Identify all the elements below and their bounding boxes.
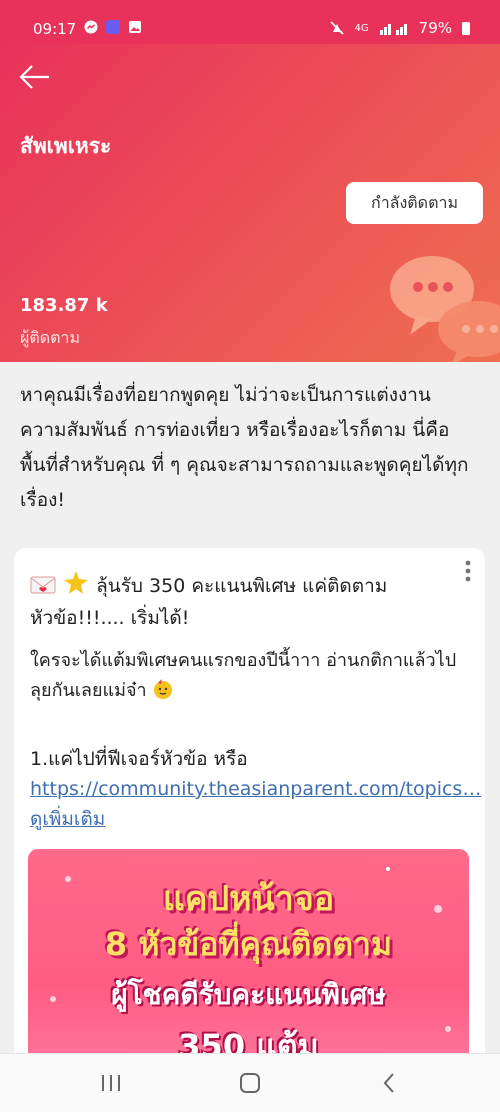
app-notification-icon [106,20,120,34]
post-body: ใครจะได้แต้มพิเศษคนแรกของปีนี้าาา อ่านกต… [30,646,470,706]
battery-level: 79% [418,19,452,37]
star-glow-icon [64,571,89,594]
topic-description: หาคุณมีเรื่องที่อยากพูดคุย ไม่ว่าจะเป็นก… [20,384,469,511]
chat-bubbles-icon [390,256,500,362]
mute-icon [329,21,344,35]
following-button[interactable]: กำลังติดตาม [346,182,483,224]
signal-icon [379,24,407,35]
follower-label: ผู้ติดตาม [20,328,81,347]
topics-link[interactable]: https://community.theasianparent.com/top… [30,778,481,800]
messenger-icon [84,20,98,34]
kebab-icon[interactable] [465,560,471,582]
recent-apps-icon[interactable] [96,1070,126,1096]
post-body-text: ใครจะได้แต้มพิเศษคนแรกของปีนี้าาา อ่านกต… [30,650,457,701]
post-card[interactable]: ลุ้นรับ 350 คะแนนพิเศษ แค่ติดตามหัวข้อ!!… [14,548,485,1068]
back-icon[interactable] [375,1070,405,1096]
banner-line-3: ผู้โชคดีรับคะแนนพิเศษ [111,978,386,1011]
step-text: 1.แค่ไปที่ฟีเจอร์หัวข้อ หรือ [30,748,248,770]
promo-banner-image[interactable]: แคปหน้าจอ 8 หัวข้อที่คุณติดตาม ผู้โชคดีร… [28,849,469,1068]
banner-line-1: แคปหน้าจอ [162,879,335,919]
topic-header: สัพเพเหระ กำลังติดตาม 183.87 k ผู้ติดตาม [0,44,500,362]
notification-icons [84,20,142,34]
network-type: 4G [354,22,369,34]
see-more-link[interactable]: ดูเพิ่มเติม [30,808,105,830]
topic-title: สัพเพเหระ [20,134,112,158]
status-right: 4G 79% [329,19,470,37]
follower-count: 183.87 k [20,295,108,316]
gallery-icon [129,21,141,33]
party-face-icon [154,679,173,699]
arrow-left-icon[interactable] [18,62,52,92]
status-time: 09:17 [33,20,77,38]
battery-icon [462,22,470,35]
post-step: 1.แค่ไปที่ฟีเจอร์หัวข้อ หรือ https://com… [30,744,481,834]
home-icon[interactable] [235,1070,265,1096]
banner-line-2: 8 หัวข้อที่คุณติดตาม [104,925,393,963]
love-letter-icon [30,576,56,594]
system-nav-bar [0,1053,500,1112]
post-title: ลุ้นรับ 350 คะแนนพิเศษ แค่ติดตามหัวข้อ!!… [30,570,450,634]
